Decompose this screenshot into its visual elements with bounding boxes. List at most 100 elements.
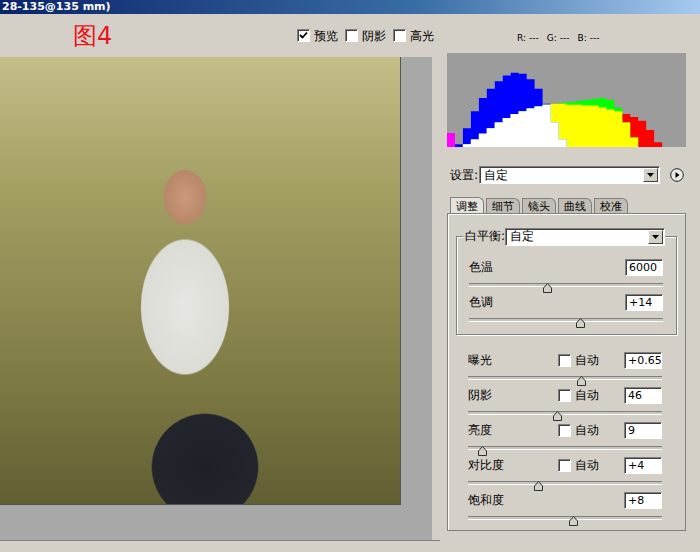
auto-option[interactable]: 自动 — [558, 457, 624, 474]
slider-thumb[interactable] — [576, 317, 585, 327]
slider-label: 亮度 — [468, 422, 558, 439]
adjust-panel: 白平衡:自定色温6000色调+14曝光自动+0.65阴影自动46亮度自动9对比度… — [447, 213, 686, 531]
readout-item: R:--- — [517, 31, 539, 53]
slider-row — [469, 311, 663, 328]
settings-dropdown[interactable]: 自定 — [479, 166, 660, 184]
slider-track[interactable] — [468, 481, 662, 485]
auto-label[interactable]: 自动 — [575, 422, 599, 439]
histogram-overlap — [447, 104, 686, 147]
value-field[interactable]: +4 — [624, 457, 662, 474]
view-option-checkbox[interactable] — [297, 29, 310, 42]
dropdown-button[interactable] — [643, 168, 658, 182]
slider-label-row: 亮度自动 9 — [468, 421, 662, 439]
slider-label-row: 色调 +14 — [469, 293, 663, 311]
view-option[interactable]: 阴影 — [345, 28, 386, 44]
slider-track[interactable] — [468, 411, 662, 415]
figure-caption: 图4 — [73, 21, 297, 51]
slider-track[interactable] — [468, 516, 662, 520]
value-field[interactable]: 9 — [624, 422, 662, 439]
value-field[interactable]: 6000 — [625, 259, 663, 276]
rgb-readout: R:---G:---B:--- — [447, 14, 700, 53]
status-strip — [0, 540, 440, 552]
auto-checkbox[interactable] — [558, 354, 571, 367]
readout-value: --- — [590, 31, 600, 53]
slider-thumb[interactable] — [577, 375, 586, 385]
slider-track[interactable] — [468, 446, 662, 450]
slider-row — [468, 474, 662, 491]
readout-label: G: — [547, 31, 557, 53]
auto-option[interactable]: 自动 — [558, 422, 624, 439]
auto-option[interactable]: 自动 — [558, 352, 624, 369]
settings-row: 设置:自定 — [447, 165, 700, 185]
slider-track[interactable] — [469, 318, 663, 322]
auto-checkbox[interactable] — [558, 424, 571, 437]
slider-track[interactable] — [468, 376, 662, 380]
slider-thumb[interactable] — [553, 410, 562, 420]
slider-thumb[interactable] — [569, 515, 578, 525]
tab[interactable]: 镜头 — [522, 198, 556, 213]
histogram-overlap — [447, 105, 686, 147]
auto-checkbox[interactable] — [558, 459, 571, 472]
auto-option[interactable]: 自动 — [558, 387, 624, 404]
slider-label-row: 饱和度+8 — [468, 491, 662, 509]
controls-column: R:---G:---B:---设置:自定调整细节镜头曲线校准白平衡:自定色温60… — [440, 14, 700, 552]
title-bar: 28-135@135 mm) — [0, 0, 700, 14]
slider-thumb[interactable] — [478, 445, 487, 455]
slider-thumb[interactable] — [534, 480, 543, 490]
toolbar: 图4 预览 阴影 高光 — [0, 14, 440, 57]
view-option-checkbox[interactable] — [345, 29, 358, 42]
dropdown-arrow-icon — [647, 173, 654, 177]
tab[interactable]: 校准 — [594, 198, 628, 213]
slider-thumb[interactable] — [543, 282, 552, 292]
slider-row — [468, 509, 662, 526]
tab-label[interactable]: 镜头 — [528, 200, 550, 213]
tab[interactable]: 细节 — [486, 198, 520, 213]
tab-label[interactable]: 细节 — [492, 200, 514, 213]
tab[interactable]: 调整 — [450, 197, 484, 213]
value-field[interactable]: +8 — [624, 492, 662, 509]
window-title: 28-135@135 mm) — [2, 0, 111, 13]
dropdown-button[interactable] — [648, 230, 663, 244]
slider-label: 阴影 — [468, 387, 558, 404]
histogram-overlap — [447, 105, 686, 147]
slider-label: 色调 — [469, 294, 559, 311]
settings-label: 设置: — [450, 167, 479, 184]
view-option-label[interactable]: 阴影 — [362, 28, 386, 44]
slider-label-row: 色温 6000 — [469, 258, 663, 276]
auto-label[interactable]: 自动 — [575, 352, 599, 369]
slider-row — [469, 276, 663, 293]
view-option-label[interactable]: 预览 — [314, 28, 338, 44]
view-option-label[interactable]: 高光 — [410, 28, 434, 44]
view-option[interactable]: 高光 — [393, 28, 434, 44]
tab-label[interactable]: 校准 — [600, 200, 622, 213]
auto-label[interactable]: 自动 — [575, 387, 599, 404]
tab[interactable]: 曲线 — [558, 198, 592, 213]
tab-label[interactable]: 调整 — [456, 200, 478, 213]
histogram-channel — [447, 73, 686, 147]
readout-item: G:--- — [547, 31, 570, 53]
white-balance-group: 白平衡:自定色温6000色调+14 — [456, 236, 677, 335]
histogram — [447, 53, 686, 147]
tab-label[interactable]: 曲线 — [564, 200, 586, 213]
adjustments: 曝光自动+0.65阴影自动46亮度自动9对比度自动+4饱和度+8 — [456, 351, 662, 526]
preview-area — [0, 57, 432, 540]
white-balance-header: 白平衡:自定 — [463, 228, 663, 245]
preview-photo — [0, 57, 401, 505]
auto-label[interactable]: 自动 — [575, 457, 599, 474]
dropdown-value: 自定 — [510, 228, 534, 245]
view-option-checkbox[interactable] — [393, 29, 406, 42]
auto-checkbox[interactable] — [558, 389, 571, 402]
view-options: 预览 阴影 高光 — [297, 28, 440, 44]
view-option[interactable]: 预览 — [297, 28, 338, 44]
slider-row — [468, 369, 662, 386]
value-field[interactable]: +0.65 — [624, 352, 662, 369]
settings-menu-icon[interactable] — [670, 168, 684, 182]
value-field[interactable]: +14 — [625, 294, 663, 311]
white-balance-dropdown[interactable]: 自定 — [505, 228, 665, 246]
readout-value: --- — [560, 31, 570, 53]
slider-row — [468, 439, 662, 456]
slider-track[interactable] — [469, 283, 663, 287]
value-field[interactable]: 46 — [624, 387, 662, 404]
slider-label: 曝光 — [468, 352, 558, 369]
slider-label: 色温 — [469, 259, 559, 276]
